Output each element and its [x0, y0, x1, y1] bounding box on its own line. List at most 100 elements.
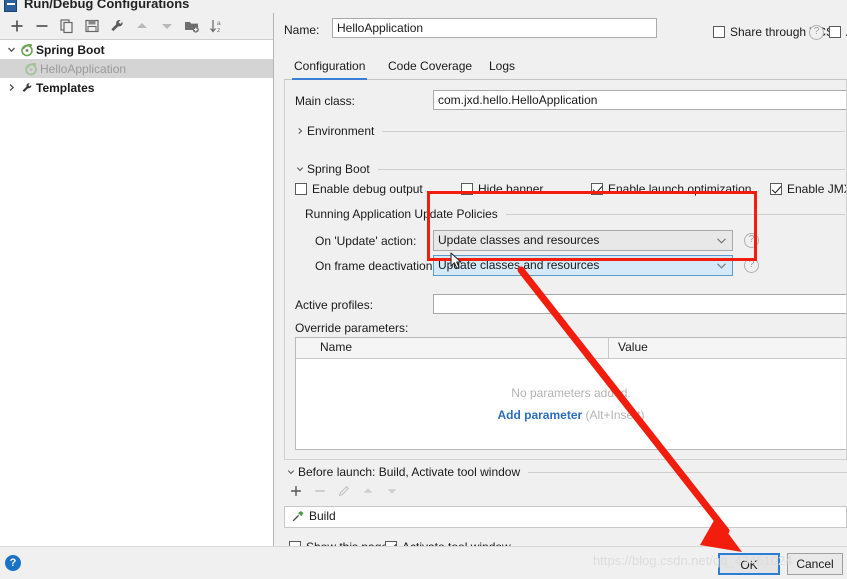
on-frame-deactivation-value: Update classes and resources	[438, 258, 600, 272]
configurations-tree[interactable]: Spring Boot HelloApplication Templates	[0, 40, 273, 546]
main-class-input[interactable]: com.jxd.hello.HelloApplication	[433, 90, 846, 110]
title-bar: Run/Debug Configurations	[0, 0, 847, 13]
update-policies-group-label: Running Application Update Policies	[305, 207, 498, 221]
configurations-left-pane: a z Spring Boot HelloApplication Templat…	[0, 13, 274, 546]
window-title: Run/Debug Configurations	[24, 0, 190, 11]
before-launch-toolbar	[284, 483, 484, 503]
tree-item-templates[interactable]: Templates	[0, 78, 273, 97]
checkbox-box	[829, 26, 841, 38]
on-update-action-help-icon[interactable]: ?	[744, 233, 759, 248]
question-mark-icon[interactable]: ?	[5, 555, 21, 571]
column-header-value: Value	[618, 340, 648, 354]
new-folder-button[interactable]	[183, 17, 201, 35]
spring-boot-group-label: Spring Boot	[307, 162, 370, 176]
on-update-action-value: Update classes and resources	[438, 233, 600, 247]
spring-boot-icon	[18, 43, 36, 57]
on-update-action-combobox[interactable]: Update classes and resources	[433, 230, 733, 251]
column-divider	[608, 338, 609, 358]
wrench-icon	[18, 81, 36, 95]
chevron-down-icon[interactable]	[293, 165, 307, 173]
edit-task-pencil-icon	[336, 483, 354, 501]
enable-debug-output-label: Enable debug output	[312, 182, 423, 196]
remove-configuration-button[interactable]	[33, 17, 51, 35]
enable-jmx-agent-label: Enable JMX a	[787, 182, 846, 196]
editor-tabs: Configuration Code Coverage Logs	[284, 56, 847, 80]
configuration-form: Main class: com.jxd.hello.HelloApplicati…	[284, 80, 847, 460]
enable-launch-optimization-label: Enable launch optimization	[608, 182, 752, 196]
before-launch-task-list[interactable]: Build	[284, 506, 847, 528]
on-frame-deactivation-combobox[interactable]: Update classes and resources	[433, 255, 733, 276]
tree-item-spring-boot[interactable]: Spring Boot	[0, 40, 273, 59]
chevron-right-icon[interactable]	[4, 83, 18, 92]
move-up-button[interactable]	[133, 17, 151, 35]
allow-parallel-run-checkbox[interactable]: Al	[829, 25, 847, 39]
before-launch-group-header[interactable]: Before launch: Build, Activate tool wind…	[284, 465, 847, 479]
main-class-label: Main class:	[295, 94, 356, 108]
tree-item-helloapplication[interactable]: HelloApplication	[0, 59, 273, 78]
chevron-right-icon[interactable]	[293, 127, 307, 135]
before-launch-label: Before launch: Build, Activate tool wind…	[298, 465, 521, 479]
environment-group-label: Environment	[307, 124, 375, 138]
application-icon	[4, 0, 17, 12]
spring-boot-group-header[interactable]: Spring Boot	[293, 162, 845, 176]
chevron-down-icon	[717, 238, 726, 244]
add-parameter-link[interactable]: Add parameter	[497, 408, 582, 422]
chevron-down-icon[interactable]	[4, 45, 18, 54]
add-task-button[interactable]	[288, 483, 306, 501]
question-mark-icon[interactable]: ?	[809, 25, 824, 40]
spring-boot-icon	[22, 62, 40, 76]
hammer-icon	[291, 509, 309, 523]
group-separator-line	[528, 471, 847, 473]
override-parameters-table[interactable]: Name Value No parameters added. Add para…	[295, 337, 846, 450]
table-header-row: Name Value	[296, 338, 846, 359]
enable-debug-output-checkbox[interactable]: Enable debug output	[295, 182, 423, 196]
tree-item-label: Templates	[36, 80, 95, 95]
chevron-down-icon[interactable]	[284, 468, 298, 476]
tab-logs[interactable]: Logs	[487, 56, 517, 78]
before-launch-task-build[interactable]: Build	[291, 509, 336, 523]
tab-label: Logs	[489, 59, 516, 73]
enable-jmx-agent-checkbox[interactable]: Enable JMX a	[770, 182, 846, 196]
hide-banner-label: Hide banner	[478, 182, 544, 196]
tab-configuration[interactable]: Configuration	[292, 56, 368, 80]
svg-text:a: a	[217, 20, 221, 27]
run-debug-configurations-dialog: Run/Debug Configurations a z Spring Boot…	[0, 0, 847, 579]
environment-group-header[interactable]: Environment	[293, 124, 845, 138]
move-task-up-button	[360, 483, 378, 501]
remove-task-button	[312, 483, 330, 501]
tree-item-label: HelloApplication	[40, 61, 127, 76]
name-input[interactable]	[332, 18, 657, 38]
name-label: Name:	[284, 23, 320, 37]
watermark-text: https://blog.csdn.net/qq_43461024	[593, 553, 793, 568]
group-separator-line	[377, 168, 845, 170]
override-parameters-label: Override parameters:	[295, 321, 409, 335]
before-launch-task-label: Build	[309, 509, 336, 523]
empty-state-text: No parameters added.	[511, 386, 631, 400]
cancel-button-label: Cancel	[796, 557, 834, 571]
add-configuration-button[interactable]	[8, 17, 26, 35]
add-parameter-shortcut-hint: (Alt+Insert)	[585, 408, 645, 422]
edit-defaults-wrench-icon[interactable]	[108, 17, 126, 35]
checkbox-box	[295, 183, 307, 195]
active-profiles-label: Active profiles:	[295, 298, 374, 312]
tab-label: Configuration	[294, 59, 366, 73]
configuration-editor-pane: Name: Share through VCS ? Al Configurati…	[275, 13, 847, 546]
sort-configurations-button[interactable]: a z	[208, 17, 226, 35]
move-task-down-button	[384, 483, 402, 501]
svg-text:z: z	[217, 27, 220, 34]
update-policies-group-header: Running Application Update Policies	[305, 207, 845, 221]
on-frame-deactivation-help-icon[interactable]: ?	[744, 258, 759, 273]
name-row: Name: Share through VCS ? Al	[284, 18, 847, 42]
hide-banner-checkbox[interactable]: Hide banner	[461, 182, 543, 196]
cancel-button[interactable]: Cancel	[787, 553, 843, 575]
tab-label: Code Coverage	[388, 59, 473, 73]
copy-configuration-button[interactable]	[58, 17, 76, 35]
save-configuration-button[interactable]	[83, 17, 101, 35]
enable-launch-optimization-checkbox[interactable]: Enable launch optimization	[591, 182, 751, 196]
on-update-action-label: On 'Update' action:	[315, 234, 417, 248]
move-down-button[interactable]	[158, 17, 176, 35]
configurations-toolbar: a z	[0, 13, 273, 40]
tab-code-coverage[interactable]: Code Coverage	[386, 56, 474, 78]
active-profiles-input[interactable]	[433, 294, 846, 314]
checkbox-box	[713, 26, 725, 38]
